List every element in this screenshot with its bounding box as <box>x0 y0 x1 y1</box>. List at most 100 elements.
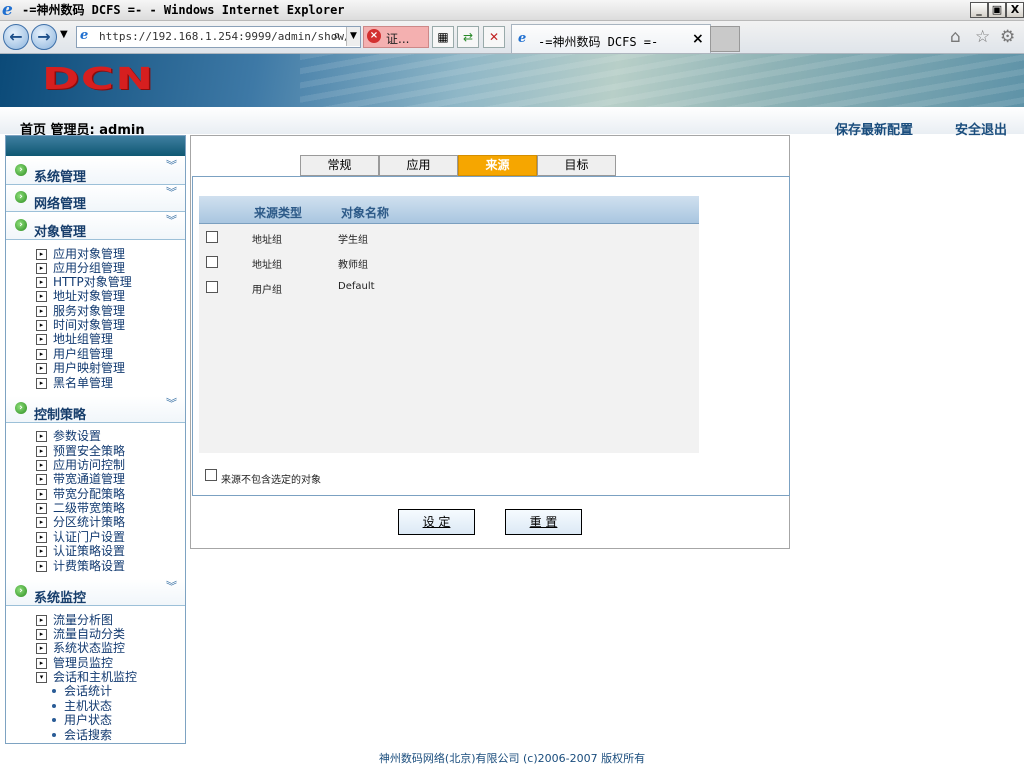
browser-tab[interactable]: e -=神州数码 DCFS =- × <box>511 24 711 53</box>
settings-gear-icon[interactable]: ⚙ <box>1000 27 1015 47</box>
exclude-objects-checkbox[interactable] <box>205 469 217 481</box>
sidebar-item-label: 预置安全策略 <box>53 444 126 458</box>
bullet-icon <box>52 718 56 722</box>
sidebar-item-label: 地址对象管理 <box>53 289 126 303</box>
chevron-down-icon[interactable]: ︾ <box>166 581 177 592</box>
cell-object-name: 学生组 <box>338 235 368 246</box>
address-dropdown-icon[interactable]: ▼ <box>346 27 360 46</box>
expand-box-icon: ▸ <box>36 249 47 260</box>
expand-box-icon: ▸ <box>36 460 47 471</box>
tab-page-icon: e <box>518 31 527 46</box>
expand-box-icon: ▸ <box>36 629 47 640</box>
source-table: 来源类型 对象名称 地址组 学生组 地址组 教师组 用户组 Default <box>199 196 699 453</box>
section-label: 系统监控 <box>34 591 87 606</box>
column-header-object-name: 对象名称 <box>341 206 390 220</box>
page-icon: e <box>80 28 89 43</box>
set-button[interactable]: 设 定 <box>398 509 475 535</box>
sidebar-section-object-admin[interactable]: › 对象管理 ︾ <box>6 213 185 240</box>
table-row: 用户组 Default <box>199 274 699 299</box>
exclude-objects-label: 来源不包含选定的对象 <box>221 475 321 486</box>
sidebar: › 系统管理 ︾ › 网络管理 ︾ › 对象管理 ︾ ▸ 应用对象管理 ▸ 应用分组… <box>5 135 186 744</box>
reset-button[interactable]: 重 置 <box>505 509 582 535</box>
stop-icon[interactable]: ✕ <box>483 26 505 48</box>
row-checkbox[interactable] <box>206 281 218 293</box>
expand-box-icon: ▸ <box>36 334 47 345</box>
section-bullet-icon: › <box>15 585 27 597</box>
new-tab-button[interactable] <box>710 26 740 52</box>
expand-box-icon: ▸ <box>36 474 47 485</box>
expand-box-icon: ▸ <box>36 291 47 302</box>
close-window-button[interactable]: X <box>1006 2 1024 18</box>
forward-arrow-icon[interactable]: → <box>31 24 57 50</box>
row-checkbox[interactable] <box>206 256 218 268</box>
address-bar[interactable]: e https://192.168.1.254:9999/admin/show/… <box>76 26 361 48</box>
section-bullet-icon: › <box>15 191 27 203</box>
sidebar-item-label: 黑名单管理 <box>53 376 114 390</box>
expand-box-icon: ▸ <box>36 378 47 389</box>
sidebar-section-system-admin[interactable]: › 系统管理 ︾ <box>6 158 185 185</box>
chevron-down-icon[interactable]: ︾ <box>166 398 177 409</box>
row-checkbox[interactable] <box>206 231 218 243</box>
sidebar-item-label: 分区统计策略 <box>53 515 126 529</box>
sidebar-item-label: 应用对象管理 <box>53 247 126 261</box>
tab-title: -=神州数码 DCFS =- <box>538 35 659 49</box>
restore-button[interactable]: ▣ <box>988 2 1006 18</box>
section-bullet-icon: › <box>15 402 27 414</box>
expand-box-icon: ▸ <box>36 363 47 374</box>
chevron-down-icon[interactable]: ︾ <box>166 215 177 226</box>
sidebar-item-label: 计费策略设置 <box>53 559 126 573</box>
window-title: -=神州数码 DCFS =- - Windows Internet Explor… <box>22 3 345 17</box>
sidebar-item-label: 参数设置 <box>53 429 102 443</box>
minimize-button[interactable]: _ <box>970 2 988 18</box>
save-config-link[interactable]: 保存最新配置 <box>835 119 913 138</box>
expand-box-icon: ▸ <box>36 643 47 654</box>
expand-box-icon: ▸ <box>36 349 47 360</box>
sidebar-item-label: 应用访问控制 <box>53 458 126 472</box>
sidebar-item-label: 用户映射管理 <box>53 361 126 375</box>
search-icon[interactable]: ⌕ <box>329 28 345 44</box>
sidebar-section-system-monitor[interactable]: › 系统监控 ︾ <box>6 579 185 606</box>
sidebar-item-label: 地址组管理 <box>53 332 114 346</box>
expand-box-icon: ▸ <box>36 446 47 457</box>
section-label: 系统管理 <box>34 170 87 185</box>
tab-general[interactable]: 常规 <box>300 155 379 176</box>
expand-box-icon: ▸ <box>36 561 47 572</box>
sidebar-section-network-admin[interactable]: › 网络管理 ︾ <box>6 185 185 212</box>
sidebar-item-label: 系统状态监控 <box>53 641 126 655</box>
column-header-source-type: 来源类型 <box>254 206 303 220</box>
favorites-star-icon[interactable]: ☆ <box>975 27 990 47</box>
sidebar-item-label: 认证策略设置 <box>53 544 126 558</box>
refresh-icon[interactable]: ⇄ <box>457 26 479 48</box>
expand-box-icon: ▸ <box>36 489 47 500</box>
expand-box-icon: ▸ <box>36 546 47 557</box>
cell-source-type: 用户组 <box>252 285 282 296</box>
section-bullet-icon: › <box>15 219 27 231</box>
collapse-box-icon: ▾ <box>36 672 47 683</box>
chevron-down-icon[interactable]: ︾ <box>166 160 177 171</box>
table-row: 地址组 学生组 <box>199 224 699 249</box>
tab-source[interactable]: 来源 <box>458 155 537 176</box>
chevron-down-icon[interactable]: ︾ <box>166 187 177 198</box>
expand-box-icon: ▸ <box>36 532 47 543</box>
sidebar-item-label: 会话和主机监控 <box>53 670 138 684</box>
tab-application[interactable]: 应用 <box>379 155 458 176</box>
sidebar-section-control-policy[interactable]: › 控制策略 ︾ <box>6 396 185 423</box>
expand-box-icon: ▸ <box>36 517 47 528</box>
home-icon[interactable]: ⌂ <box>950 27 961 47</box>
expand-box-icon: ▸ <box>36 503 47 514</box>
certificate-error-button[interactable]: × 证... <box>363 26 429 48</box>
history-dropdown-icon[interactable]: ▼ <box>60 29 68 40</box>
back-arrow-icon[interactable]: ← <box>3 24 29 50</box>
sidebar-subitem-label: 用户状态 <box>64 713 113 727</box>
sidebar-item-label: HTTP对象管理 <box>53 275 132 289</box>
address-input[interactable]: https://192.168.1.254:9999/admin/show/ <box>99 30 351 43</box>
tab-target[interactable]: 目标 <box>537 155 616 176</box>
compatibility-view-icon[interactable]: ▦ <box>432 26 454 48</box>
cell-source-type: 地址组 <box>252 260 282 271</box>
logout-link[interactable]: 安全退出 <box>955 119 1007 138</box>
sidebar-top-bar <box>6 136 185 156</box>
source-tab-content: 来源类型 对象名称 地址组 学生组 地址组 教师组 用户组 Default 来源… <box>192 176 790 496</box>
sidebar-item-label: 带宽分配策略 <box>53 487 126 501</box>
tab-close-icon[interactable]: × <box>692 31 704 47</box>
section-label: 对象管理 <box>34 225 87 240</box>
